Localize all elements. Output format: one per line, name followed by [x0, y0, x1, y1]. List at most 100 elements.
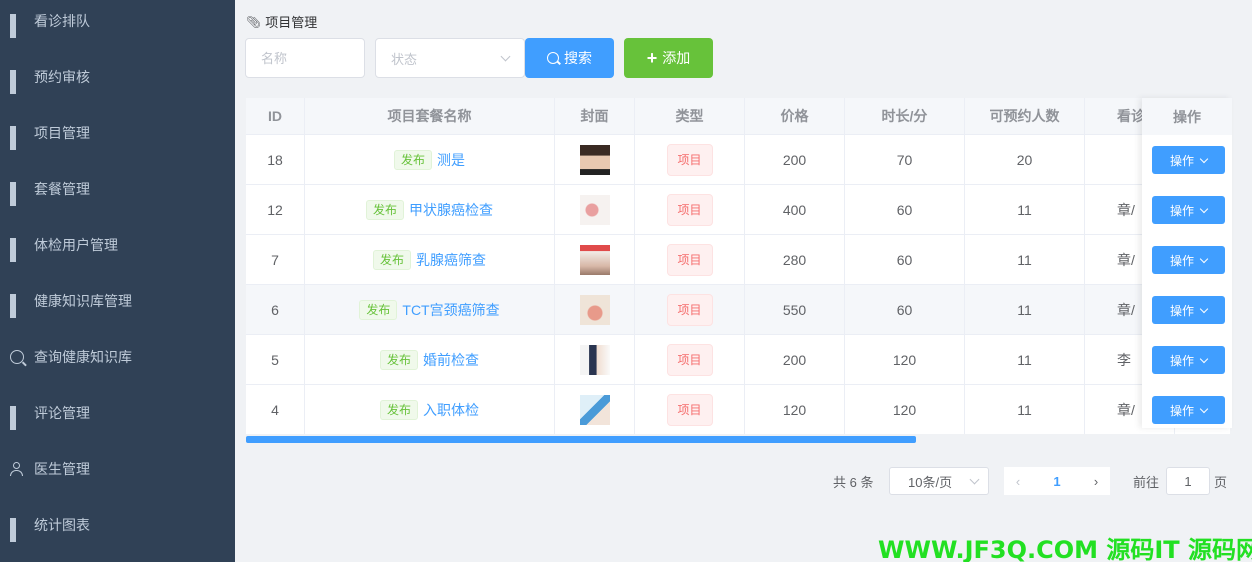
search-button-label: 搜索	[564, 50, 592, 66]
prev-page-button[interactable]: ‹	[1004, 467, 1032, 495]
sidebar-item-appointment-review[interactable]: 预约审核	[0, 49, 235, 105]
grid-icon	[10, 294, 24, 318]
grid-icon	[10, 182, 24, 206]
column-header[interactable]: 项目套餐名称	[305, 98, 555, 134]
sidebar-item-doctor-management[interactable]: 医生管理	[0, 441, 235, 497]
project-name-link[interactable]: 测是	[437, 150, 465, 170]
cell-duration: 120	[845, 335, 965, 384]
cell-name: 发布 TCT宫颈癌筛查	[305, 285, 555, 334]
action-dropdown-button[interactable]: 操作	[1152, 196, 1225, 224]
status-select[interactable]: 状态	[375, 38, 525, 78]
watermark: WWW.JF3Q.COM 源码IT 源码网站	[878, 536, 1252, 562]
chevron-down-icon	[1199, 304, 1209, 313]
cover-image[interactable]	[579, 244, 610, 275]
cell-duration: 120	[845, 385, 965, 434]
breadcrumb: 📎︎ 项目管理	[246, 12, 317, 31]
project-name-link[interactable]: 乳腺癌筛查	[416, 250, 486, 270]
status-badge: 发布	[379, 349, 418, 370]
column-header-actions: 操作	[1142, 98, 1232, 135]
cover-image[interactable]	[579, 294, 610, 325]
cell-capacity: 11	[965, 385, 1085, 434]
grid-icon	[10, 70, 24, 94]
cell-type: 项目	[635, 335, 745, 384]
status-badge: 发布	[359, 299, 398, 320]
status-badge: 发布	[393, 149, 432, 170]
sidebar-item-comment-management[interactable]: 评论管理	[0, 385, 235, 441]
cell-name: 发布 测是	[305, 135, 555, 184]
horizontal-scrollbar[interactable]	[246, 434, 1230, 444]
search-button[interactable]: 搜索	[525, 38, 614, 78]
type-badge: 项目	[666, 393, 713, 426]
cover-image[interactable]	[579, 394, 610, 425]
cell-id: 12	[246, 185, 305, 234]
table-row: 12 发布 甲状腺癌检查 项目 400 60 11 章/	[246, 185, 1230, 235]
cell-name: 发布 乳腺癌筛查	[305, 235, 555, 284]
action-dropdown-button[interactable]: 操作	[1152, 146, 1225, 174]
page-size-select[interactable]: 10条/页	[889, 467, 989, 495]
scrollbar-thumb[interactable]	[246, 436, 916, 443]
cover-image[interactable]	[579, 194, 610, 225]
column-header[interactable]: 价格	[745, 98, 845, 134]
cell-duration: 60	[845, 285, 965, 334]
grid-icon	[10, 406, 24, 430]
cell-type: 项目	[635, 285, 745, 334]
cell-duration: 60	[845, 185, 965, 234]
action-dropdown-button[interactable]: 操作	[1152, 296, 1225, 324]
sidebar-item-statistics[interactable]: 统计图表	[0, 497, 235, 553]
sidebar-item-user-management[interactable]: 体检用户管理	[0, 217, 235, 273]
action-dropdown-button[interactable]: 操作	[1152, 346, 1225, 374]
project-name-link[interactable]: 甲状腺癌检查	[409, 200, 493, 220]
column-header[interactable]: 时长/分	[845, 98, 965, 134]
user-icon	[10, 462, 24, 476]
cell-capacity: 11	[965, 335, 1085, 384]
action-label: 操作	[1169, 253, 1194, 268]
sidebar-item-knowledge-management[interactable]: 健康知识库管理	[0, 273, 235, 329]
type-badge: 项目	[666, 243, 713, 276]
project-name-link[interactable]: 婚前检查	[423, 350, 479, 370]
table-row: 18 发布 测是 项目 200 70 20	[246, 135, 1230, 185]
column-header[interactable]: 封面	[555, 98, 635, 134]
project-name-link[interactable]: TCT宫颈癌筛查	[402, 300, 499, 320]
action-label: 操作	[1169, 153, 1194, 168]
sidebar-item-label: 套餐管理	[34, 181, 90, 197]
column-header[interactable]: 类型	[635, 98, 745, 134]
search-icon	[547, 52, 559, 64]
sidebar-item-queue[interactable]: 看诊排队	[0, 0, 235, 49]
project-name-link[interactable]: 入职体检	[423, 400, 479, 420]
cell-type: 项目	[635, 185, 745, 234]
name-input[interactable]	[245, 38, 365, 78]
cover-image[interactable]	[579, 344, 610, 375]
action-dropdown-button[interactable]: 操作	[1152, 246, 1225, 274]
cell-name: 发布 甲状腺癌检查	[305, 185, 555, 234]
cell-price: 200	[745, 335, 845, 384]
chevron-down-icon	[500, 51, 511, 61]
cell-type: 项目	[635, 385, 745, 434]
sidebar-item-package-management[interactable]: 套餐管理	[0, 161, 235, 217]
sidebar-item-label: 看诊排队	[34, 13, 90, 29]
cell-id: 18	[246, 135, 305, 184]
sidebar-item-project-management[interactable]: 项目管理	[0, 105, 235, 161]
sidebar-item-label: 医生管理	[34, 461, 90, 477]
cell-cover	[555, 335, 635, 384]
cell-id: 7	[246, 235, 305, 284]
cover-image[interactable]	[579, 144, 610, 175]
add-button[interactable]: + 添加	[624, 38, 713, 78]
sidebar-item-knowledge-search[interactable]: 查询健康知识库	[0, 329, 235, 385]
grid-icon	[10, 126, 24, 150]
type-badge: 项目	[666, 193, 713, 226]
table-header: ID 项目套餐名称 封面 类型 价格 时长/分 可预约人数 看诊	[246, 98, 1230, 135]
table-row: 6 发布 TCT宫颈癌筛查 项目 550 60 11 章/	[246, 285, 1230, 335]
cell-price: 280	[745, 235, 845, 284]
column-header[interactable]: ID	[246, 98, 305, 134]
cell-price: 120	[745, 385, 845, 434]
cell-cover	[555, 235, 635, 284]
type-badge: 项目	[666, 343, 713, 376]
action-dropdown-button[interactable]: 操作	[1152, 396, 1225, 424]
chevron-down-icon	[1199, 404, 1209, 413]
column-header[interactable]: 可预约人数	[965, 98, 1085, 134]
page-number-current[interactable]: 1	[1032, 467, 1082, 495]
goto-page-input[interactable]: 1	[1166, 467, 1210, 495]
next-page-button[interactable]: ›	[1082, 467, 1110, 495]
cell-capacity: 11	[965, 185, 1085, 234]
chevron-down-icon	[1199, 154, 1209, 163]
